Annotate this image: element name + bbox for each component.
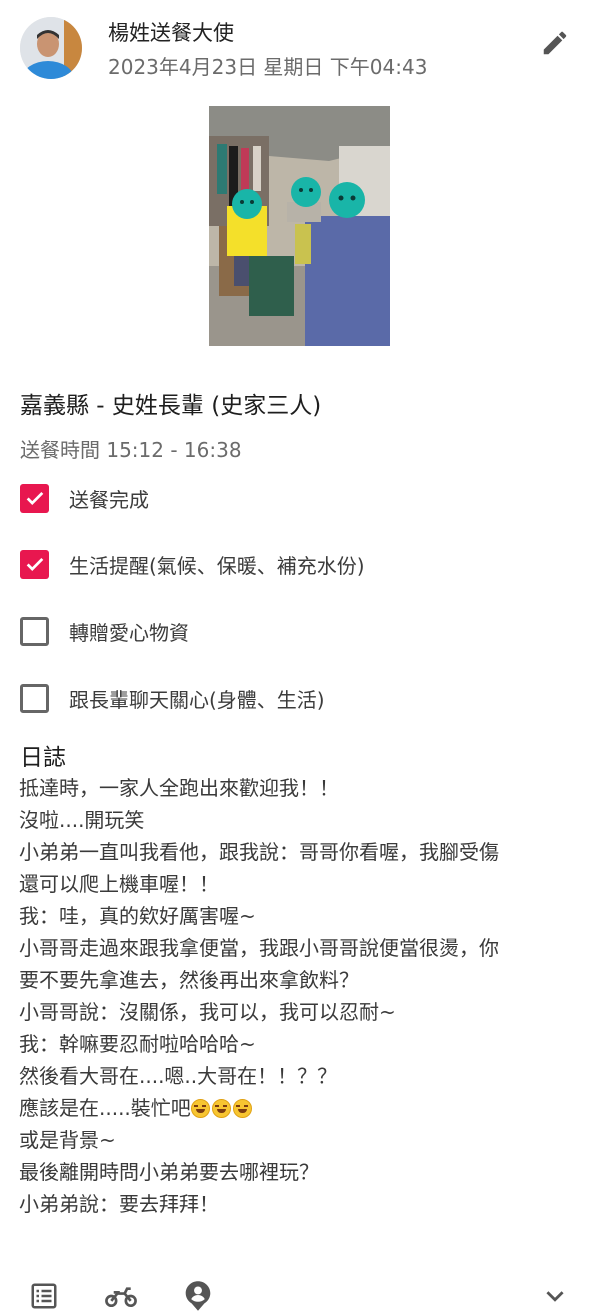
log-line: 最後離開時問小弟弟要去哪裡玩？ xyxy=(19,1160,319,1184)
checklist-item-donate-supplies[interactable]: 轉贈愛心物資 xyxy=(20,614,580,648)
checklist-item-chat-care[interactable]: 跟長輩聊天關心(身體、生活) xyxy=(20,681,580,715)
rofl-emoji-icon xyxy=(211,1099,231,1118)
author-name: 楊姓送餐大使 xyxy=(108,21,234,45)
log-line: 小哥哥說：沒關係，我可以，我可以忍耐~ xyxy=(19,1000,396,1024)
checkbox-checked-icon[interactable] xyxy=(20,549,49,579)
chevron-down-icon xyxy=(546,1291,564,1302)
post-header: 楊姓送餐大使 2023年4月23日 星期日 下午04:43 xyxy=(0,0,594,90)
log-line: 小弟弟說：要去拜拜！ xyxy=(19,1192,219,1216)
log-body: 抵達時，一家人全跑出來歡迎我！！ 沒啦....開玩笑 小弟弟一直叫我看他，跟我說… xyxy=(19,772,579,1220)
log-title: 日誌 xyxy=(20,745,66,771)
checklist-label: 生活提醒(氣候、保暖、補充水份) xyxy=(69,553,365,578)
avatar[interactable] xyxy=(20,17,82,79)
bottom-action-bar xyxy=(0,1270,594,1316)
delivery-photo[interactable] xyxy=(209,106,390,346)
checklist-label: 轉贈愛心物資 xyxy=(69,620,189,645)
log-line: 我：幹嘛要忍耐啦哈哈哈~ xyxy=(19,1032,256,1056)
log-line: 小哥哥走過來跟我拿便當，我跟小哥哥說便當很燙，你 xyxy=(19,936,499,960)
scooter-button[interactable] xyxy=(101,1278,141,1314)
rofl-emoji-icon xyxy=(232,1099,252,1118)
person-pin-icon xyxy=(185,1281,211,1311)
checklist-item-life-reminder[interactable]: 生活提醒(氣候、保暖、補充水份) xyxy=(20,547,580,581)
log-line-with-emoji: 應該是在.....裝忙吧 xyxy=(19,1092,579,1124)
scooter-icon xyxy=(105,1287,137,1308)
checkbox-unchecked-icon[interactable] xyxy=(20,616,49,646)
log-line: 要不要先拿進去，然後再出來拿飲料？ xyxy=(19,968,359,992)
avatar-image xyxy=(20,17,82,79)
expand-button[interactable] xyxy=(535,1278,575,1314)
log-line: 抵達時，一家人全跑出來歡迎我！！ xyxy=(19,776,339,800)
log-line: 或是背景~ xyxy=(19,1128,116,1152)
list-button[interactable] xyxy=(24,1278,64,1314)
recipient-title: 嘉義縣 - 史姓長輩 (史家三人) xyxy=(20,393,322,419)
log-line: 小弟弟一直叫我看他，跟我說：哥哥你看喔，我腳受傷 xyxy=(19,840,499,864)
delivery-time: 送餐時間 15:12 - 16:38 xyxy=(20,438,242,462)
checklist-item-delivery-done[interactable]: 送餐完成 xyxy=(20,481,580,515)
checkbox-checked-icon[interactable] xyxy=(20,483,49,513)
delivery-photo-image xyxy=(209,106,390,346)
checkbox-unchecked-icon[interactable] xyxy=(20,683,49,713)
post-datetime: 2023年4月23日 星期日 下午04:43 xyxy=(108,55,428,79)
checklist-label: 送餐完成 xyxy=(69,487,149,512)
log-line: 還可以爬上機車喔！！ xyxy=(19,872,219,896)
list-icon xyxy=(31,1283,57,1309)
log-line: 然後看大哥在....嗯..大哥在！！？？ xyxy=(19,1064,338,1088)
rofl-emoji-icon xyxy=(190,1099,210,1118)
profile-button[interactable] xyxy=(178,1278,218,1314)
pencil-icon xyxy=(543,31,567,55)
log-line: 我：哇，真的欸好厲害喔~ xyxy=(19,904,256,928)
log-line-text: 應該是在.....裝忙吧 xyxy=(19,1096,191,1120)
checklist-label: 跟長輩聊天關心(身體、生活) xyxy=(69,687,325,712)
log-line: 沒啦....開玩笑 xyxy=(19,808,145,832)
edit-button[interactable] xyxy=(536,24,574,62)
